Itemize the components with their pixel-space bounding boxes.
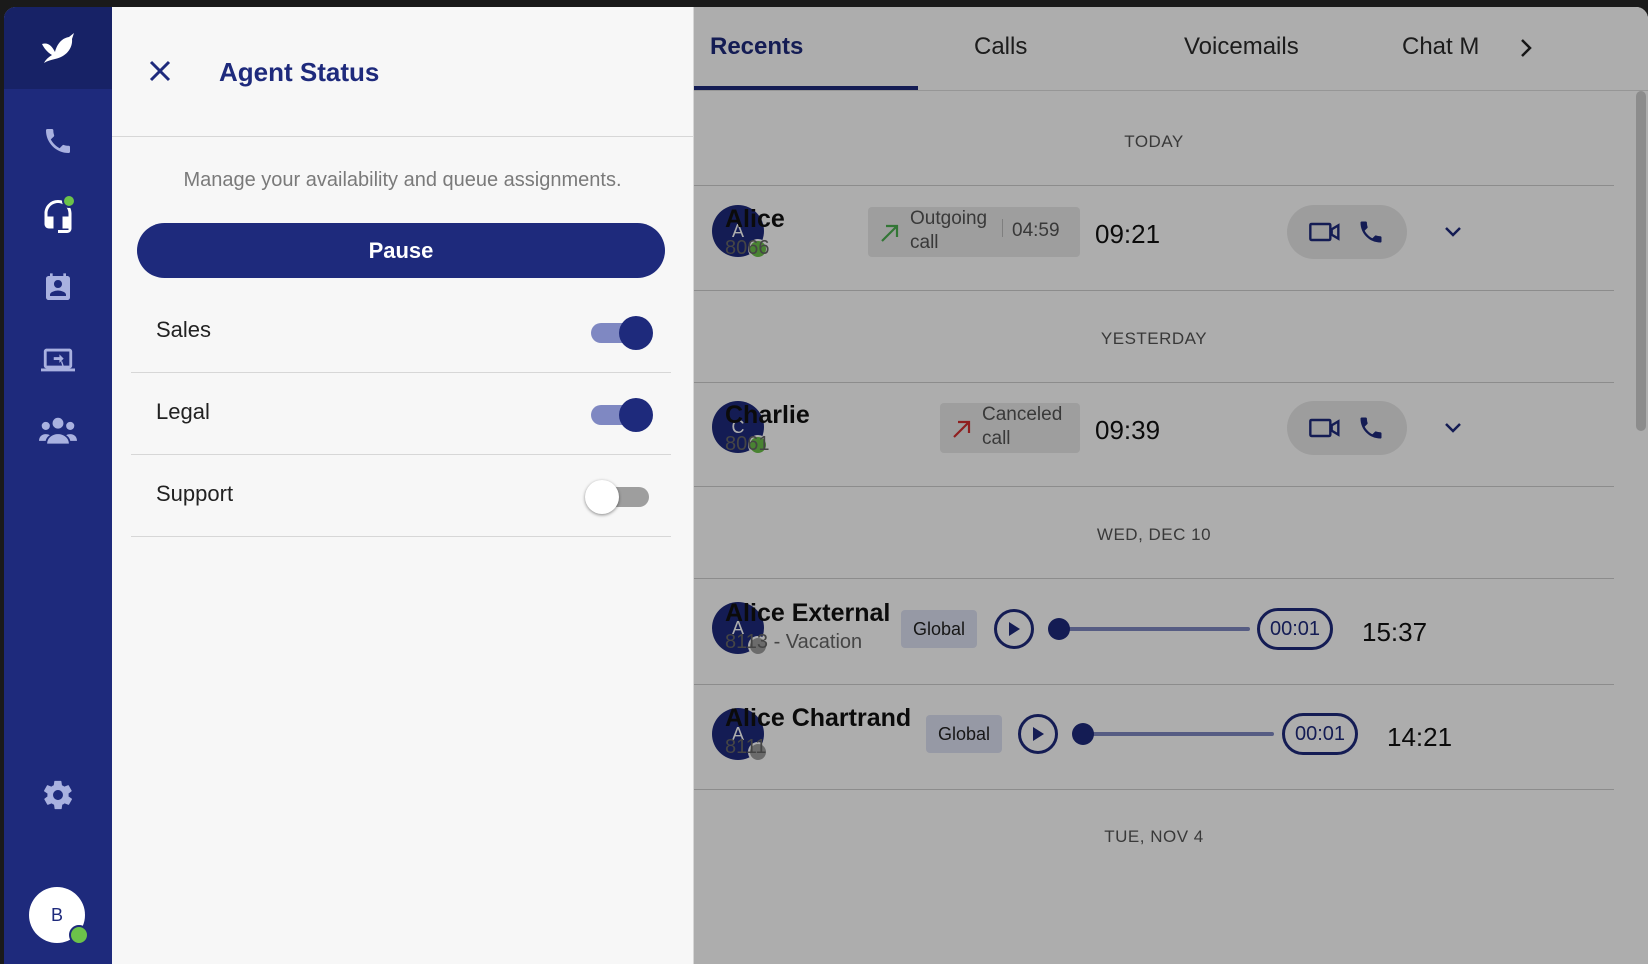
- toggle-knob: [619, 398, 653, 432]
- panel-description: Manage your availability and queue assig…: [183, 169, 622, 191]
- team-icon: [39, 417, 77, 444]
- phone-icon: [46, 129, 70, 153]
- queue-label: Sales: [156, 317, 212, 342]
- queue-row-support: Support: [131, 455, 671, 537]
- nav-agent[interactable]: [4, 189, 112, 241]
- user-initial: B: [50, 904, 63, 925]
- close-button[interactable]: [142, 53, 178, 89]
- queue-row-legal: Legal: [131, 373, 671, 455]
- nav-contacts[interactable]: [4, 262, 112, 314]
- app-window: B Recents Calls Voicemails Chat M TODAY …: [4, 7, 1648, 964]
- queue-label: Support: [156, 481, 234, 506]
- toggle-knob: [585, 480, 619, 514]
- queue-row-sales: Sales: [131, 291, 671, 373]
- queue-toggle-support[interactable]: [585, 479, 653, 514]
- toggle-knob: [619, 316, 653, 350]
- contacts-icon: [46, 273, 70, 300]
- user-status-badge: [69, 925, 89, 945]
- bird-logo-icon: [42, 33, 74, 63]
- screen-share-icon: [41, 348, 75, 372]
- app-logo[interactable]: [4, 7, 112, 89]
- nav-settings[interactable]: [4, 769, 112, 821]
- nav-screen[interactable]: [4, 334, 112, 386]
- nav-rail: B: [4, 7, 112, 964]
- panel-title: Agent Status: [219, 57, 380, 87]
- close-icon: [149, 60, 171, 82]
- pause-button[interactable]: Pause: [137, 223, 665, 278]
- user-avatar[interactable]: B: [29, 887, 89, 945]
- queue-toggle-legal[interactable]: [589, 397, 653, 432]
- queue-toggle-sales[interactable]: [589, 315, 653, 350]
- nav-team[interactable]: [4, 404, 112, 456]
- gear-icon: [44, 780, 72, 810]
- agent-presence-dot: [62, 194, 76, 208]
- panel-header: Agent Status: [112, 7, 693, 137]
- agent-status-panel: Agent Status Manage your availability an…: [112, 7, 694, 964]
- queue-label: Legal: [156, 399, 210, 424]
- nav-phone[interactable]: [4, 115, 112, 167]
